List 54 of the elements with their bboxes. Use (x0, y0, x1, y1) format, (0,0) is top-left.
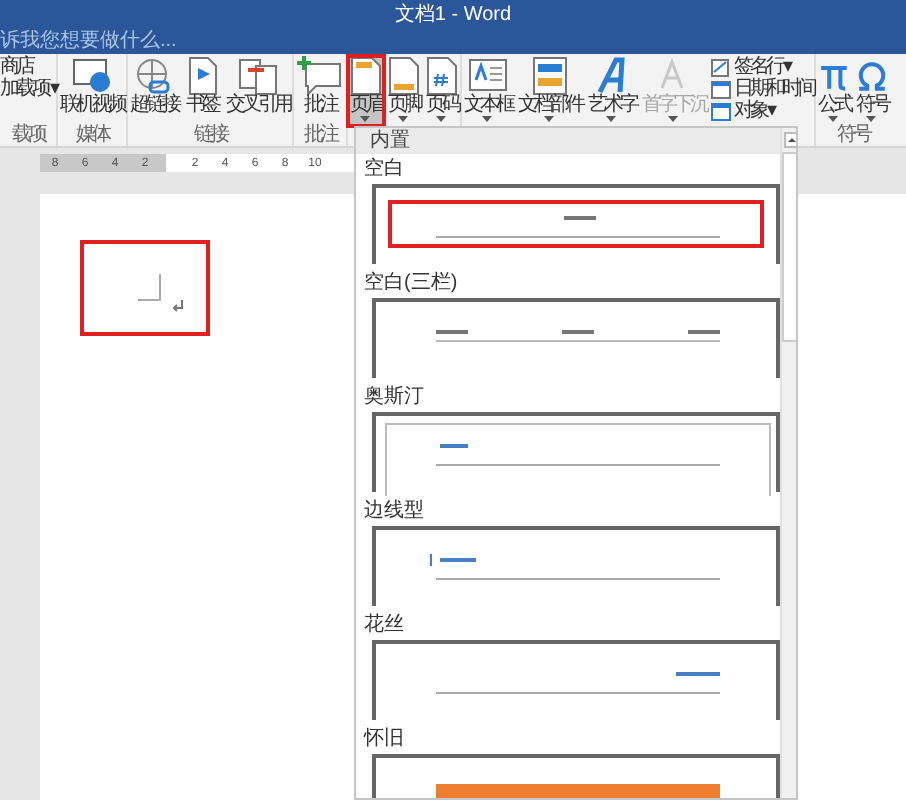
gallery-item-label: 奥斯汀 (362, 386, 426, 408)
ribbon-button[interactable]: 联机视频 (57, 56, 126, 126)
ribbon-button[interactable]: 超链接 (127, 56, 180, 126)
ribbon-button[interactable]: 交叉引用 (223, 56, 292, 126)
window-title: 文档1 - Word (394, 3, 512, 27)
ribbon-button[interactable]: 批注 (293, 56, 346, 126)
ribbon-button[interactable]: 商店 (0, 58, 56, 78)
scrollbar[interactable] (780, 128, 796, 798)
ribbon-button[interactable]: 日期和时间 (709, 80, 814, 100)
caret-icon (866, 116, 877, 122)
ribbon-button[interactable]: 页码 (423, 56, 460, 126)
gallery-item-label: 空白(三栏) (362, 272, 460, 294)
group-label: 媒体 (75, 126, 108, 146)
caret-icon (482, 116, 493, 122)
header-preview[interactable] (372, 298, 780, 378)
group-label: 符号 (836, 126, 869, 146)
ribbon-button[interactable]: 书签 (181, 56, 222, 126)
group-label: 链接 (193, 126, 226, 146)
scroll-up-icon[interactable] (783, 132, 796, 148)
page-header-icon (349, 56, 382, 96)
scroll-thumb[interactable] (782, 152, 796, 342)
ribbon-button[interactable]: 加载项 ▾ (0, 80, 56, 100)
calendar-icon (709, 80, 732, 100)
gallery-item-label: 花丝 (362, 614, 406, 636)
ribbon-button[interactable]: 艺术字 (585, 56, 638, 126)
caret-icon (360, 116, 371, 122)
ribbon-button[interactable]: 符号 (853, 56, 890, 126)
caret-icon (544, 116, 555, 122)
omega-icon (855, 56, 888, 96)
globe-link-icon (131, 56, 176, 96)
ribbon-button[interactable]: 公式 (815, 56, 852, 126)
ribbon-button[interactable]: 对象 ▾ (709, 102, 814, 122)
caret-icon (398, 116, 409, 122)
caret-icon (436, 116, 447, 122)
paragraph-mark-icon (172, 300, 184, 312)
ribbon-button[interactable]: 文本框 (461, 56, 514, 126)
header-preview[interactable] (372, 184, 780, 264)
header-preview[interactable] (372, 412, 780, 492)
margin-corner-icon (138, 274, 162, 302)
object-icon (709, 102, 732, 122)
wordart-icon (593, 56, 630, 96)
ribbon-button[interactable]: 页脚 (385, 56, 422, 126)
ribbon-button[interactable]: 文档部件 (515, 56, 584, 126)
caret-icon (606, 116, 617, 122)
gallery-item-label: 边线型 (362, 500, 426, 522)
gallery-section-header: 内置 (356, 128, 780, 154)
caret-icon (668, 116, 679, 122)
tell-me-field[interactable]: 诉我您想要做什么... (0, 30, 906, 54)
group-label: 批注 (303, 126, 336, 146)
gallery-item-label: 怀旧 (361, 728, 406, 750)
caret-icon (828, 116, 839, 122)
gallery-item-label: 空白 (362, 158, 406, 180)
ribbon-button[interactable]: 签名行 ▾ (709, 58, 814, 78)
group-label: 载项 (11, 126, 44, 146)
